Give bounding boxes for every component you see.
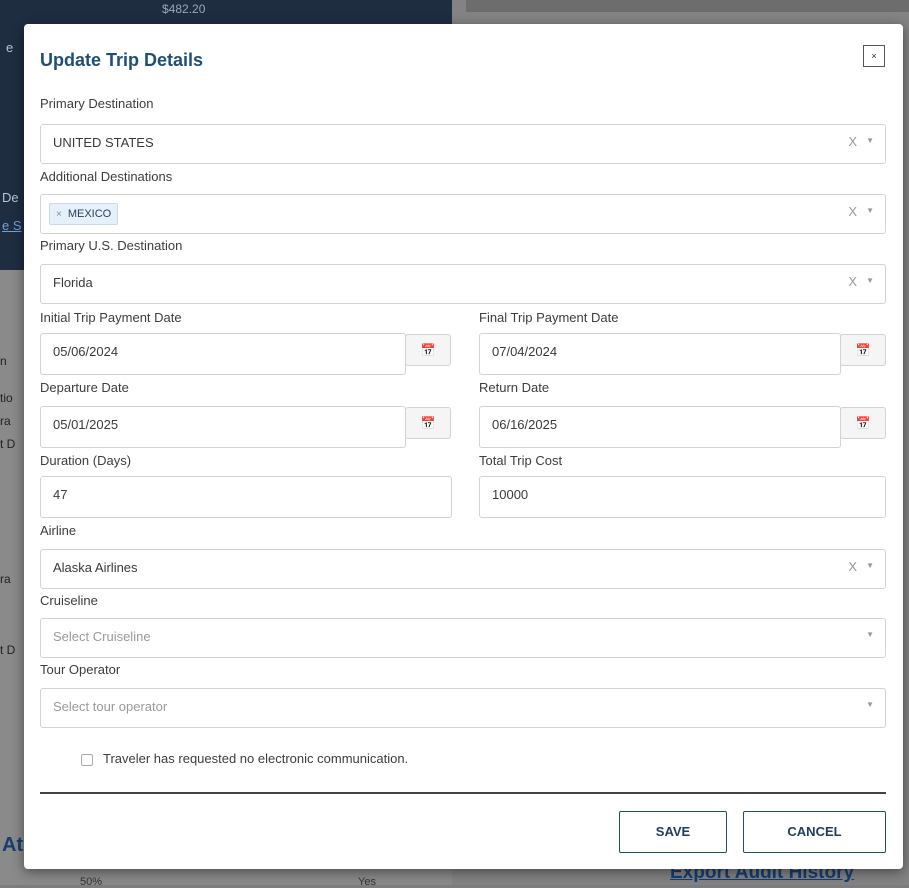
additional-destinations-select[interactable]: × MEXICO X ▼ <box>40 194 886 234</box>
update-trip-details-modal: Update Trip Details × Primary Destinatio… <box>24 24 903 869</box>
primary-us-destination-value: Florida <box>53 275 93 290</box>
duration-input[interactable]: 47 <box>40 476 452 518</box>
total-cost-input[interactable]: 10000 <box>479 476 886 518</box>
tour-operator-label: Tour Operator <box>40 662 121 677</box>
duration-label: Duration (Days) <box>40 453 132 468</box>
airline-value: Alaska Airlines <box>53 560 138 575</box>
primary-destination-select[interactable]: UNITED STATES X ▼ <box>40 124 886 164</box>
calendar-icon[interactable]: 📅 <box>405 407 451 439</box>
chevron-down-icon: ▼ <box>866 206 874 215</box>
clear-icon[interactable]: X <box>848 559 857 574</box>
tour-operator-select[interactable]: Select tour operator ▼ <box>40 688 886 728</box>
return-date-label: Return Date <box>479 380 550 395</box>
calendar-icon[interactable]: 📅 <box>840 334 886 366</box>
background-fragment: De <box>2 190 19 205</box>
primary-us-destination-select[interactable]: Florida X ▼ <box>40 264 886 304</box>
tour-operator-placeholder: Select tour operator <box>53 699 168 714</box>
total-cost-value: 10000 <box>492 487 529 502</box>
cruiseline-placeholder: Select Cruiseline <box>53 629 151 644</box>
background-yes: Yes <box>358 876 376 888</box>
airline-select[interactable]: Alaska Airlines X ▼ <box>40 549 886 589</box>
footer-divider <box>40 792 886 794</box>
chevron-down-icon: ▼ <box>866 136 874 145</box>
departure-date-value: 05/01/2025 <box>53 417 119 432</box>
initial-payment-date-value: 05/06/2024 <box>53 344 119 359</box>
cruiseline-select[interactable]: Select Cruiseline ▼ <box>40 618 886 658</box>
clear-icon[interactable]: X <box>848 134 857 149</box>
calendar-icon[interactable]: 📅 <box>840 407 886 439</box>
background-fragment: tio <box>0 391 13 405</box>
airline-label: Airline <box>40 523 77 538</box>
cancel-button[interactable]: CANCEL <box>743 811 886 853</box>
modal-title: Update Trip Details <box>40 50 204 70</box>
background-fragment: n <box>0 354 7 368</box>
departure-date-label: Departure Date <box>40 380 129 395</box>
chevron-down-icon: ▼ <box>866 561 874 570</box>
cruiseline-label: Cruiseline <box>40 593 98 608</box>
background-amount: $482.20 <box>162 2 206 16</box>
clear-icon[interactable]: X <box>848 204 857 219</box>
background-fragment: ra <box>0 414 11 428</box>
final-payment-date-value: 07/04/2024 <box>492 344 558 359</box>
departure-date-input[interactable]: 05/01/2025 <box>40 406 406 448</box>
background-fragment: e <box>6 40 14 55</box>
background-percent: 50% <box>80 876 103 888</box>
close-button[interactable]: × <box>863 45 885 67</box>
background-fragment: ra <box>0 572 11 586</box>
save-button[interactable]: SAVE <box>619 811 727 853</box>
final-payment-date-label: Final Trip Payment Date <box>479 310 619 325</box>
background-right-bar <box>466 0 909 12</box>
chevron-down-icon: ▼ <box>866 276 874 285</box>
no-electronic-communication-checkbox[interactable] <box>81 754 93 766</box>
background-link-fragment: e S <box>2 218 22 233</box>
return-date-input[interactable]: 06/16/2025 <box>479 406 841 448</box>
destination-tag: × MEXICO <box>49 203 119 225</box>
primary-us-destination-label: Primary U.S. Destination <box>40 238 183 253</box>
chevron-down-icon: ▼ <box>866 700 874 709</box>
final-payment-date-input[interactable]: 07/04/2024 <box>479 333 841 375</box>
return-date-value: 06/16/2025 <box>492 417 558 432</box>
calendar-icon[interactable]: 📅 <box>405 334 451 366</box>
additional-destinations-label: Additional Destinations <box>40 169 173 184</box>
destination-tag-label: MEXICO <box>67 208 112 220</box>
initial-payment-date-label: Initial Trip Payment Date <box>40 310 182 325</box>
no-electronic-communication-label[interactable]: Traveler has requested no electronic com… <box>103 751 408 766</box>
primary-destination-label: Primary Destination <box>40 96 154 111</box>
primary-destination-value: UNITED STATES <box>53 135 154 150</box>
duration-value: 47 <box>53 487 68 502</box>
background-fragment: t D <box>0 643 16 657</box>
background-section-heading: At <box>2 834 24 856</box>
total-cost-label: Total Trip Cost <box>479 453 563 468</box>
remove-tag-icon[interactable]: × <box>56 209 62 220</box>
initial-payment-date-input[interactable]: 05/06/2024 <box>40 333 406 375</box>
chevron-down-icon: ▼ <box>866 630 874 639</box>
clear-icon[interactable]: X <box>848 274 857 289</box>
background-fragment: t D <box>0 437 16 451</box>
